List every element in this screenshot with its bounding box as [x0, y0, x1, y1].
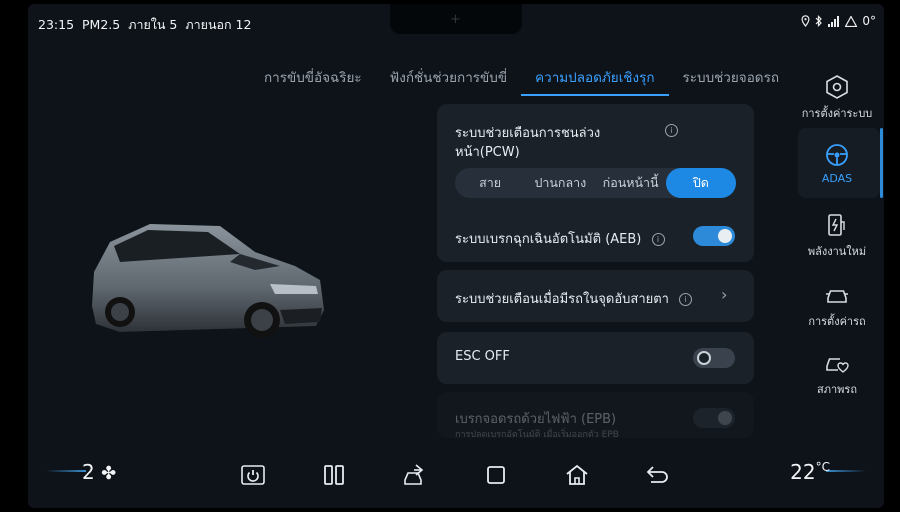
sidebar-label-adas: ADAS: [821, 172, 853, 185]
aeb-label: ระบบเบรกฉุกเฉินอัตโนมัติ (AEB): [455, 232, 642, 247]
esc-toggle[interactable]: [693, 348, 735, 368]
fan-level: 2: [82, 460, 95, 484]
sidebar-label-vehicle-settings: การตั้งค่ารถ: [808, 315, 866, 328]
sidebar-item-system-settings[interactable]: การตั้งค่าระบบ: [790, 74, 884, 122]
pm25-label: PM2.5: [82, 17, 121, 32]
dock-glow-left: [46, 470, 86, 472]
aeb-toggle-knob: [718, 229, 732, 243]
pm-inside: ภายใน 5: [128, 17, 178, 32]
pcw-title-line2: หน้า(PCW): [455, 145, 520, 160]
infotainment-screen: 23:15 PM2.5 ภายใน 5 ภายนอก 12 + 0° การขั…: [28, 4, 884, 508]
pcw-aeb-card: ระบบช่วยเตือนการชนล่วง หน้า(PCW) i สาย ป…: [437, 104, 754, 262]
status-right: 0°: [801, 14, 876, 28]
bsd-label: ระบบช่วยเตือนเมื่อมีรถในจุดอับสายตา: [455, 292, 669, 307]
tab-driving-assist[interactable]: ฟังก์ชั่นช่วยการขับขี่: [376, 66, 521, 96]
esc-card: ESC OFF: [437, 332, 754, 384]
tab-smart-driving[interactable]: การขับขี่อัจฉริยะ: [250, 66, 376, 96]
recent-apps-icon[interactable]: [483, 462, 509, 488]
car-health-icon: [826, 358, 849, 373]
sidebar-item-vehicle-settings[interactable]: การตั้งค่ารถ: [790, 282, 884, 330]
location-icon: [801, 15, 810, 27]
pcw-info-icon[interactable]: i: [665, 124, 678, 137]
esc-toggle-knob: [697, 351, 711, 365]
tab-active-safety[interactable]: ความปลอดภัยเชิงรุก: [521, 66, 669, 96]
pcw-title: ระบบช่วยเตือนการชนล่วง หน้า(PCW): [455, 124, 600, 162]
dock-glow-right: [826, 470, 866, 472]
pm-outside: ภายนอก 12: [185, 17, 252, 32]
sidebar-label-system-settings: การตั้งค่าระบบ: [801, 107, 873, 120]
right-sidebar: การตั้งค่าระบบ ADAS พลังงานใหม่ การตั้งค…: [790, 60, 884, 440]
home-icon[interactable]: [564, 462, 590, 488]
ev-charge-icon: [828, 214, 845, 236]
car-image: [92, 224, 324, 338]
sidebar-label-new-energy: พลังงานใหม่: [807, 245, 867, 258]
chevron-right-icon: ›: [721, 285, 728, 304]
notch-plus-icon: +: [450, 12, 461, 27]
epb-label: เบรกจอดรถด้วยไฟฟ้า (EPB): [455, 412, 617, 427]
aeb-toggle[interactable]: [693, 226, 735, 246]
epb-toggle-knob: [718, 411, 732, 425]
split-screen-icon[interactable]: [321, 462, 347, 488]
sidebar-label-vehicle-status: สภาพรถ: [817, 383, 857, 396]
signal-icon: [828, 15, 840, 27]
pcw-option-early[interactable]: ก่อนหน้านี้: [596, 168, 666, 198]
bsd-label-row: ระบบช่วยเตือนเมื่อมีรถในจุดอับสายตา i: [455, 288, 693, 309]
pcw-option-medium[interactable]: ปานกลาง: [525, 168, 595, 198]
steering-wheel-icon: [826, 144, 848, 166]
bottom-dock: 2 ✤ 22°C: [28, 448, 884, 508]
temperature-control[interactable]: 22°C: [790, 460, 830, 484]
epb-card: เบรกจอดรถด้วยไฟฟ้า (EPB) การปลดเบรกอัตโน…: [437, 392, 754, 440]
bsd-info-icon[interactable]: i: [679, 293, 693, 306]
epb-toggle[interactable]: [693, 408, 735, 428]
car-control-icon[interactable]: [402, 462, 428, 488]
warning-triangle-icon: [845, 15, 858, 27]
sidebar-item-vehicle-status[interactable]: สภาพรถ: [790, 350, 884, 398]
temperature-unit: °C: [815, 460, 830, 474]
tab-parking-assist[interactable]: ระบบช่วยจอดรถ: [669, 66, 794, 96]
bluetooth-icon: [815, 15, 823, 27]
esc-label: ESC OFF: [455, 349, 510, 364]
fan-speed-control[interactable]: 2 ✤: [82, 460, 116, 484]
camera-notch: +: [390, 4, 522, 34]
clock: 23:15: [38, 17, 75, 32]
bsd-card[interactable]: ระบบช่วยเตือนเมื่อมีรถในจุดอับสายตา i ›: [437, 270, 754, 322]
fan-icon: ✤: [101, 463, 117, 484]
power-icon[interactable]: [240, 462, 266, 488]
epb-sublabel: การปลดเบรกอัตโนมัติ เมื่อเริ่มออกตัว EPB: [455, 430, 619, 440]
aeb-info-icon[interactable]: i: [651, 233, 665, 246]
temperature-value: 22: [790, 460, 816, 484]
sidebar-item-adas[interactable]: ADAS: [790, 142, 884, 185]
sidebar-item-new-energy[interactable]: พลังงานใหม่: [790, 212, 884, 260]
pcw-option-late[interactable]: สาย: [455, 168, 525, 198]
pcw-sensitivity-selector: สาย ปานกลาง ก่อนหน้านี้ ปิด: [455, 168, 736, 198]
adas-tabs: การขับขี่อัจฉริยะ ฟังก์ชั่นช่วยการขับขี่…: [250, 66, 793, 96]
outside-temp: 0°: [862, 14, 876, 28]
status-left: 23:15 PM2.5 ภายใน 5 ภายนอก 12: [38, 15, 255, 35]
hexagon-settings-icon: [826, 75, 848, 99]
status-bar: 23:15 PM2.5 ภายใน 5 ภายนอก 12 + 0°: [28, 4, 884, 40]
back-icon[interactable]: [645, 462, 671, 488]
pcw-title-line1: ระบบช่วยเตือนการชนล่วง: [455, 126, 601, 141]
car-settings-icon: [826, 290, 848, 303]
pcw-option-off[interactable]: ปิด: [665, 168, 736, 198]
aeb-label-row: ระบบเบรกฉุกเฉินอัตโนมัติ (AEB) i: [455, 228, 665, 249]
